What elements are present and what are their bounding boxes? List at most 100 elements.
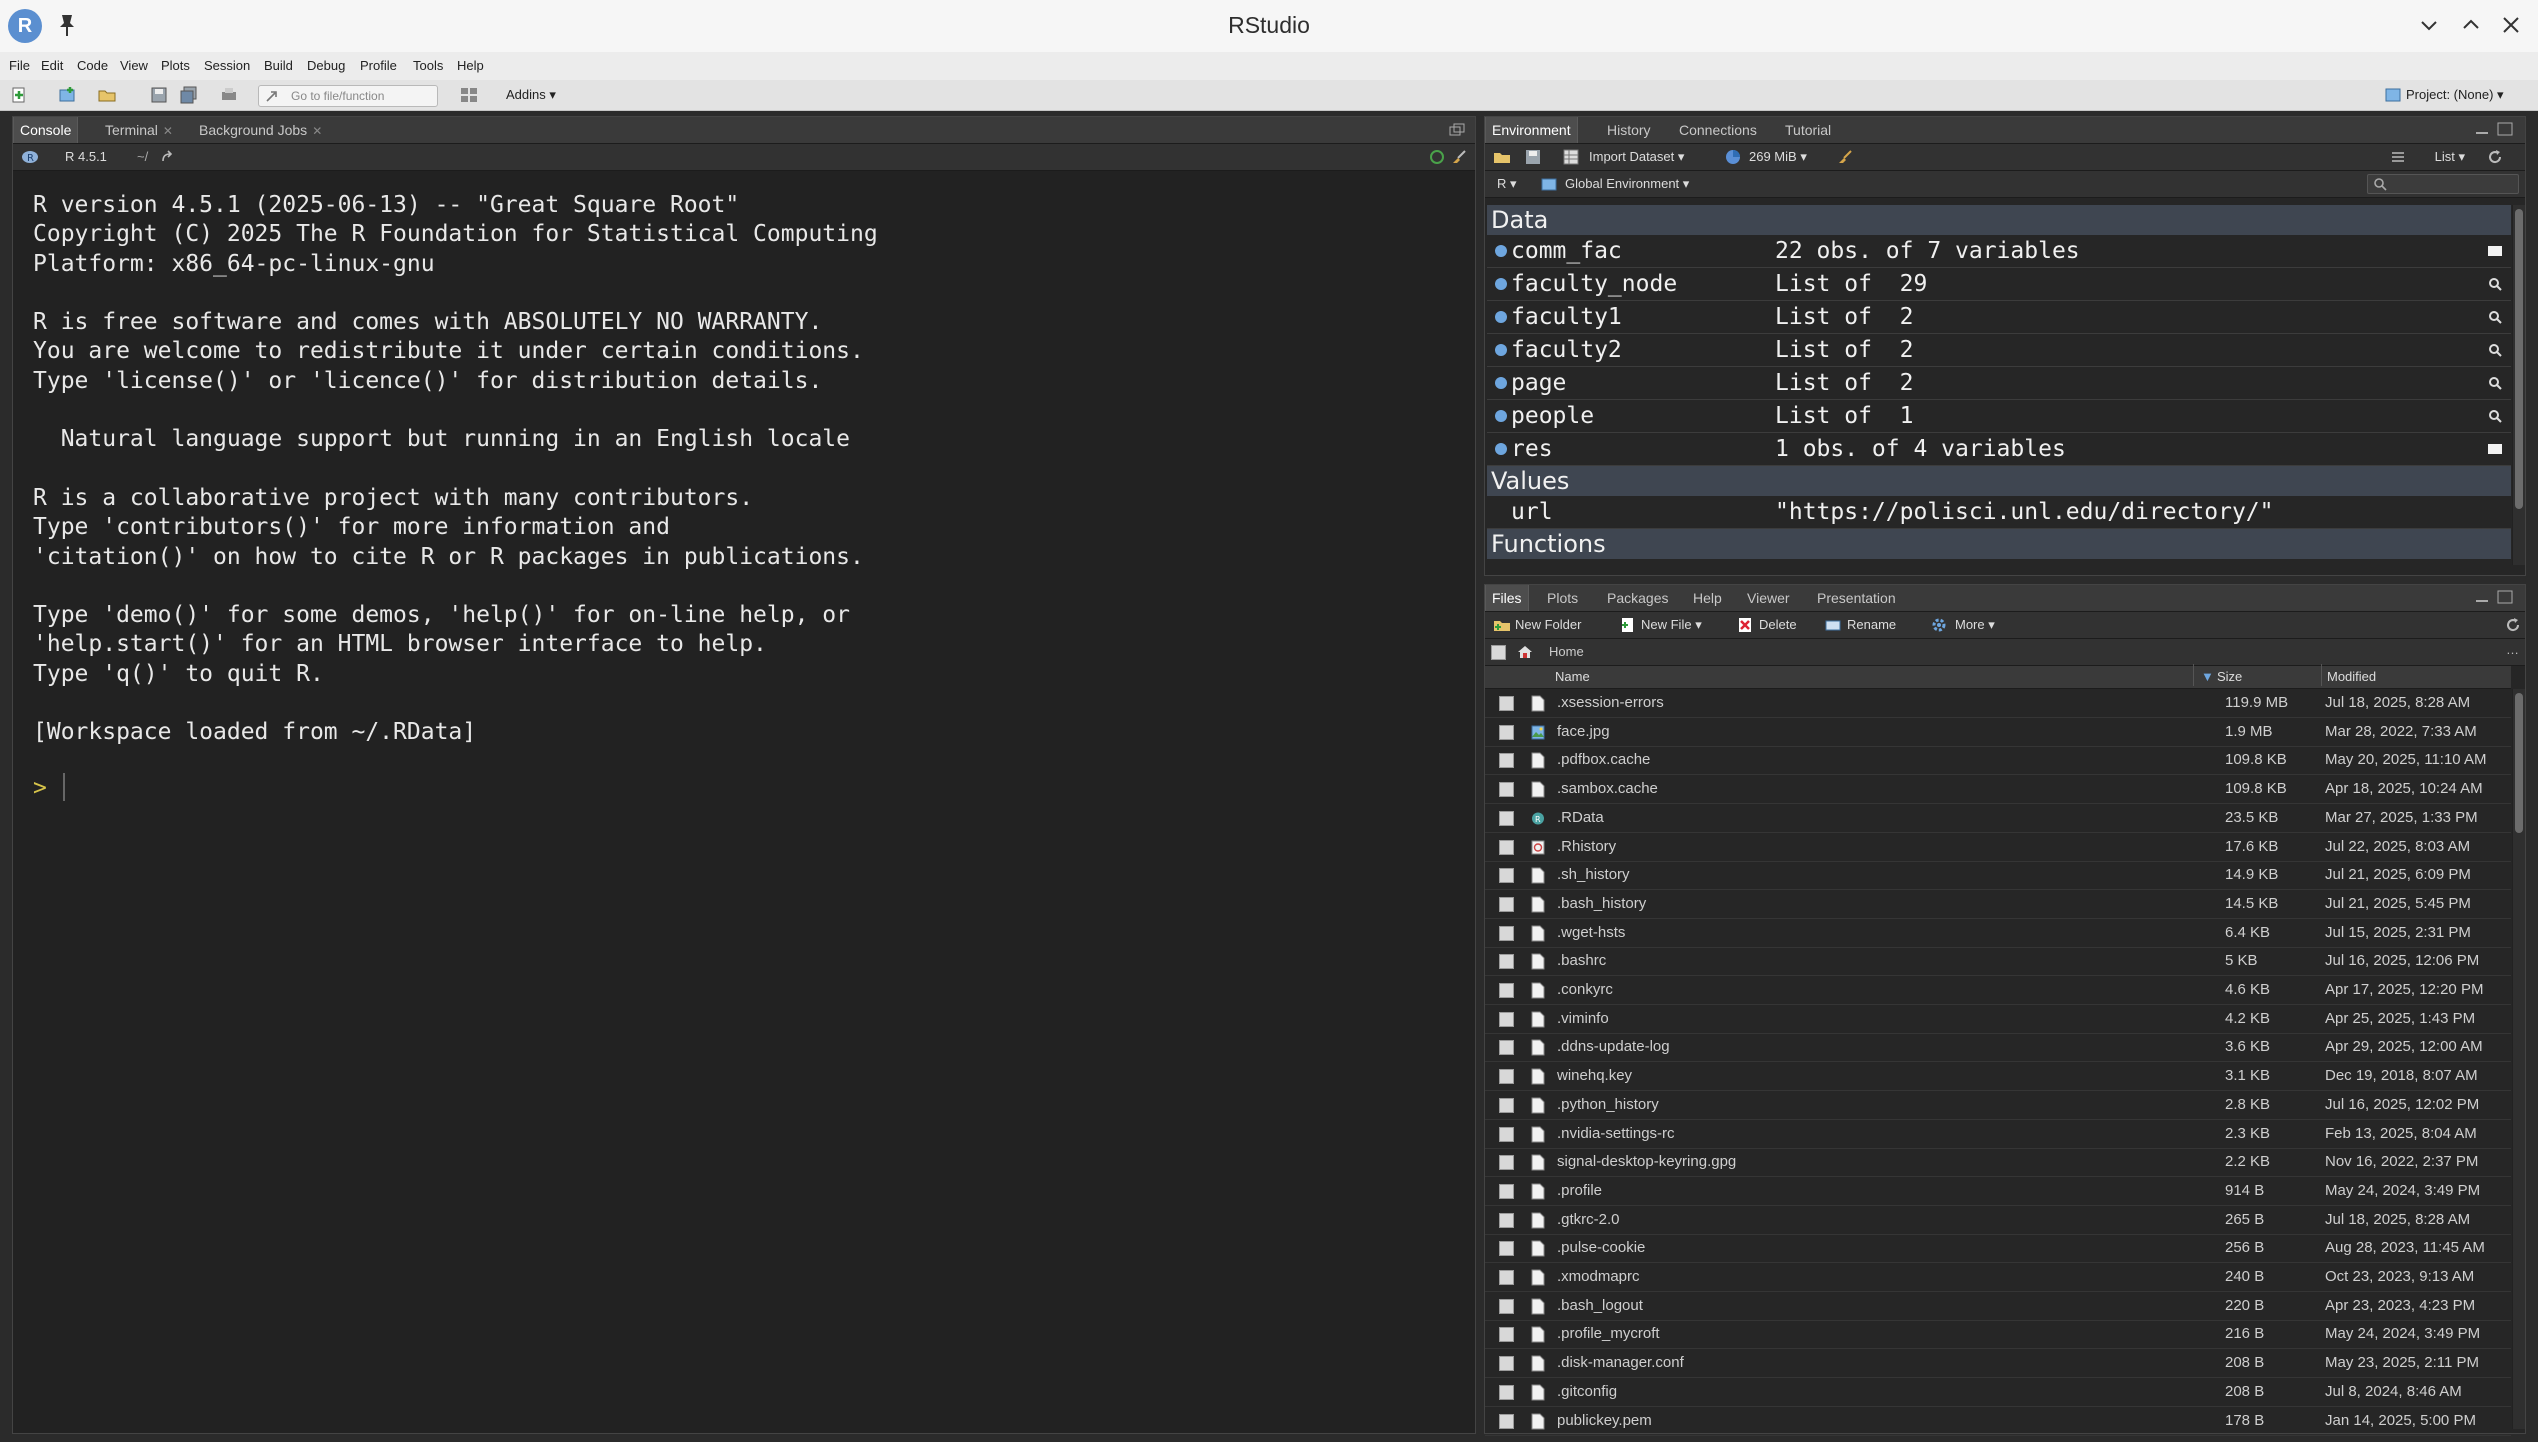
env-row[interactable]: res 1 obs. of 4 variables xyxy=(1487,433,2511,466)
new-project-icon[interactable] xyxy=(58,86,76,104)
new-folder-button[interactable]: New Folder xyxy=(1515,617,1581,632)
file-row[interactable]: .profile 914 B May 24, 2024, 3:49 PM xyxy=(1485,1177,2511,1206)
environment-scroll-thumb[interactable] xyxy=(2515,209,2523,509)
file-name-link[interactable]: .Rhistory xyxy=(1557,833,1616,861)
file-checkbox[interactable] xyxy=(1499,1040,1514,1056)
tab-console[interactable]: Console xyxy=(13,117,79,143)
maximize-pane-icon[interactable] xyxy=(1449,123,1465,137)
file-checkbox[interactable] xyxy=(1499,1298,1514,1314)
expand-icon[interactable] xyxy=(1495,344,1507,356)
env-row[interactable]: faculty2 List of 2 xyxy=(1487,334,2511,367)
file-checkbox[interactable] xyxy=(1499,810,1514,826)
delete-button[interactable]: Delete xyxy=(1759,617,1797,632)
file-row[interactable]: R .RData 23.5 KB Mar 27, 2025, 1:33 PM xyxy=(1485,804,2511,833)
file-checkbox[interactable] xyxy=(1499,1212,1514,1228)
magnifier-icon[interactable] xyxy=(2487,408,2503,424)
file-name-link[interactable]: .viminfo xyxy=(1557,1005,1609,1033)
workspace-panes-icon[interactable] xyxy=(460,86,478,104)
clear-objects-broom-icon[interactable] xyxy=(1837,149,1853,165)
save-all-icon[interactable] xyxy=(180,86,198,104)
minimize-pane-icon[interactable] xyxy=(2475,125,2489,135)
file-checkbox[interactable] xyxy=(1499,753,1514,769)
file-checkbox[interactable] xyxy=(1499,1126,1514,1142)
expand-icon[interactable] xyxy=(1495,278,1507,290)
file-row[interactable]: publickey.pem 178 B Jan 14, 2025, 5:00 PM xyxy=(1485,1407,2511,1436)
expand-icon[interactable] xyxy=(1495,311,1507,323)
env-row[interactable]: url "https://polisci.unl.edu/directory/" xyxy=(1487,496,2511,529)
menu-edit[interactable]: Edit xyxy=(41,58,63,73)
file-row[interactable]: winehq.key 3.1 KB Dec 19, 2018, 8:07 AM xyxy=(1485,1062,2511,1092)
file-name-link[interactable]: .conkyrc xyxy=(1557,976,1613,1004)
file-name-link[interactable]: signal-desktop-keyring.gpg xyxy=(1557,1148,1736,1176)
menu-file[interactable]: File xyxy=(9,58,30,73)
tab-tutorial[interactable]: Tutorial xyxy=(1779,117,1837,143)
file-checkbox[interactable] xyxy=(1499,1155,1514,1171)
file-row[interactable]: .bash_logout 220 B Apr 23, 2023, 4:23 PM xyxy=(1485,1292,2511,1321)
magnifier-icon[interactable] xyxy=(2487,375,2503,391)
new-file-button[interactable]: New File ▾ xyxy=(1641,617,1702,633)
env-row[interactable]: faculty_node List of 29 xyxy=(1487,268,2511,301)
file-name-link[interactable]: .RData xyxy=(1557,804,1604,832)
more-path-icon[interactable]: … xyxy=(2506,642,2519,657)
file-name-link[interactable]: .pulse-cookie xyxy=(1557,1234,1645,1262)
file-name-link[interactable]: .pdfbox.cache xyxy=(1557,746,1650,774)
file-checkbox[interactable] xyxy=(1499,868,1514,884)
view-grid-icon[interactable] xyxy=(2487,243,2503,259)
expand-icon[interactable] xyxy=(1495,443,1507,455)
file-name-link[interactable]: winehq.key xyxy=(1557,1062,1632,1090)
file-checkbox[interactable] xyxy=(1499,782,1514,798)
column-header-size[interactable]: Size xyxy=(2217,669,2242,684)
file-row[interactable]: .gitconfig 208 B Jul 8, 2024, 8:46 AM xyxy=(1485,1378,2511,1407)
tab-presentation[interactable]: Presentation xyxy=(1811,585,1902,611)
file-name-link[interactable]: .profile xyxy=(1557,1177,1602,1205)
env-row[interactable]: faculty1 List of 2 xyxy=(1487,301,2511,334)
file-row[interactable]: .bash_history 14.5 KB Jul 21, 2025, 5:45 P… xyxy=(1485,890,2511,919)
save-icon[interactable] xyxy=(150,86,168,104)
magnifier-icon[interactable] xyxy=(2487,342,2503,358)
file-checkbox[interactable] xyxy=(1499,1241,1514,1257)
go-to-dir-icon[interactable] xyxy=(161,150,175,164)
file-row[interactable]: .sh_history 14.9 KB Jul 21, 2025, 6:09 PM xyxy=(1485,861,2511,891)
tab-plots[interactable]: Plots xyxy=(1541,585,1584,611)
import-dataset-icon[interactable] xyxy=(1563,149,1579,165)
file-row[interactable]: .viminfo 4.2 KB Apr 25, 2025, 1:43 PM xyxy=(1485,1005,2511,1034)
print-icon[interactable] xyxy=(220,86,238,104)
tab-terminal[interactable]: Terminal ✕ xyxy=(99,117,179,143)
files-scroll-thumb[interactable] xyxy=(2515,693,2523,833)
column-header-modified[interactable]: Modified xyxy=(2327,669,2376,684)
file-row[interactable]: .Rhistory 17.6 KB Jul 22, 2025, 8:03 AM xyxy=(1485,833,2511,862)
file-name-link[interactable]: .python_history xyxy=(1557,1091,1659,1119)
load-workspace-icon[interactable] xyxy=(1493,149,1511,165)
file-row[interactable]: .ddns-update-log 3.6 KB Apr 29, 2025, 12:0… xyxy=(1485,1033,2511,1063)
breadcrumb-home[interactable]: Home xyxy=(1549,644,1584,659)
maximize-pane-icon[interactable] xyxy=(2497,122,2513,136)
file-checkbox[interactable] xyxy=(1499,1413,1514,1429)
close-tab-icon[interactable]: ✕ xyxy=(312,124,322,138)
home-icon[interactable] xyxy=(1517,644,1533,660)
menu-help[interactable]: Help xyxy=(457,58,484,73)
file-name-link[interactable]: .nvidia-settings-rc xyxy=(1557,1120,1675,1148)
env-row[interactable]: people List of 1 xyxy=(1487,400,2511,433)
file-checkbox[interactable] xyxy=(1499,1069,1514,1085)
file-row[interactable]: .nvidia-settings-rc 2.3 KB Feb 13, 2025, 8… xyxy=(1485,1120,2511,1149)
file-name-link[interactable]: .bash_logout xyxy=(1557,1292,1643,1320)
file-name-link[interactable]: .sh_history xyxy=(1557,861,1630,889)
environment-scrollbar[interactable] xyxy=(2512,205,2525,565)
file-row[interactable]: .pulse-cookie 256 B Aug 28, 2023, 11:45 AM xyxy=(1485,1234,2511,1264)
file-name-link[interactable]: .xmodmaprc xyxy=(1557,1263,1640,1291)
file-row[interactable]: .profile_mycroft 216 B May 24, 2024, 3:49 … xyxy=(1485,1320,2511,1350)
import-dataset-button[interactable]: Import Dataset ▾ xyxy=(1589,149,1684,165)
tab-background-jobs[interactable]: Background Jobs ✕ xyxy=(193,117,328,143)
save-workspace-icon[interactable] xyxy=(1525,149,1541,165)
file-row[interactable]: .xmodmaprc 240 B Oct 23, 2023, 9:13 AM xyxy=(1485,1263,2511,1292)
menu-code[interactable]: Code xyxy=(77,58,108,73)
close-icon[interactable] xyxy=(2498,12,2524,38)
file-name-link[interactable]: .bashrc xyxy=(1557,947,1606,975)
maximize-pane-icon[interactable] xyxy=(2497,590,2513,604)
file-name-link[interactable]: .profile_mycroft xyxy=(1557,1320,1660,1348)
environment-search-input[interactable] xyxy=(2367,174,2519,194)
tab-packages[interactable]: Packages xyxy=(1601,585,1674,611)
new-file-icon[interactable] xyxy=(10,86,28,104)
r-language-icon[interactable]: R xyxy=(21,150,39,164)
file-checkbox[interactable] xyxy=(1499,1356,1514,1372)
